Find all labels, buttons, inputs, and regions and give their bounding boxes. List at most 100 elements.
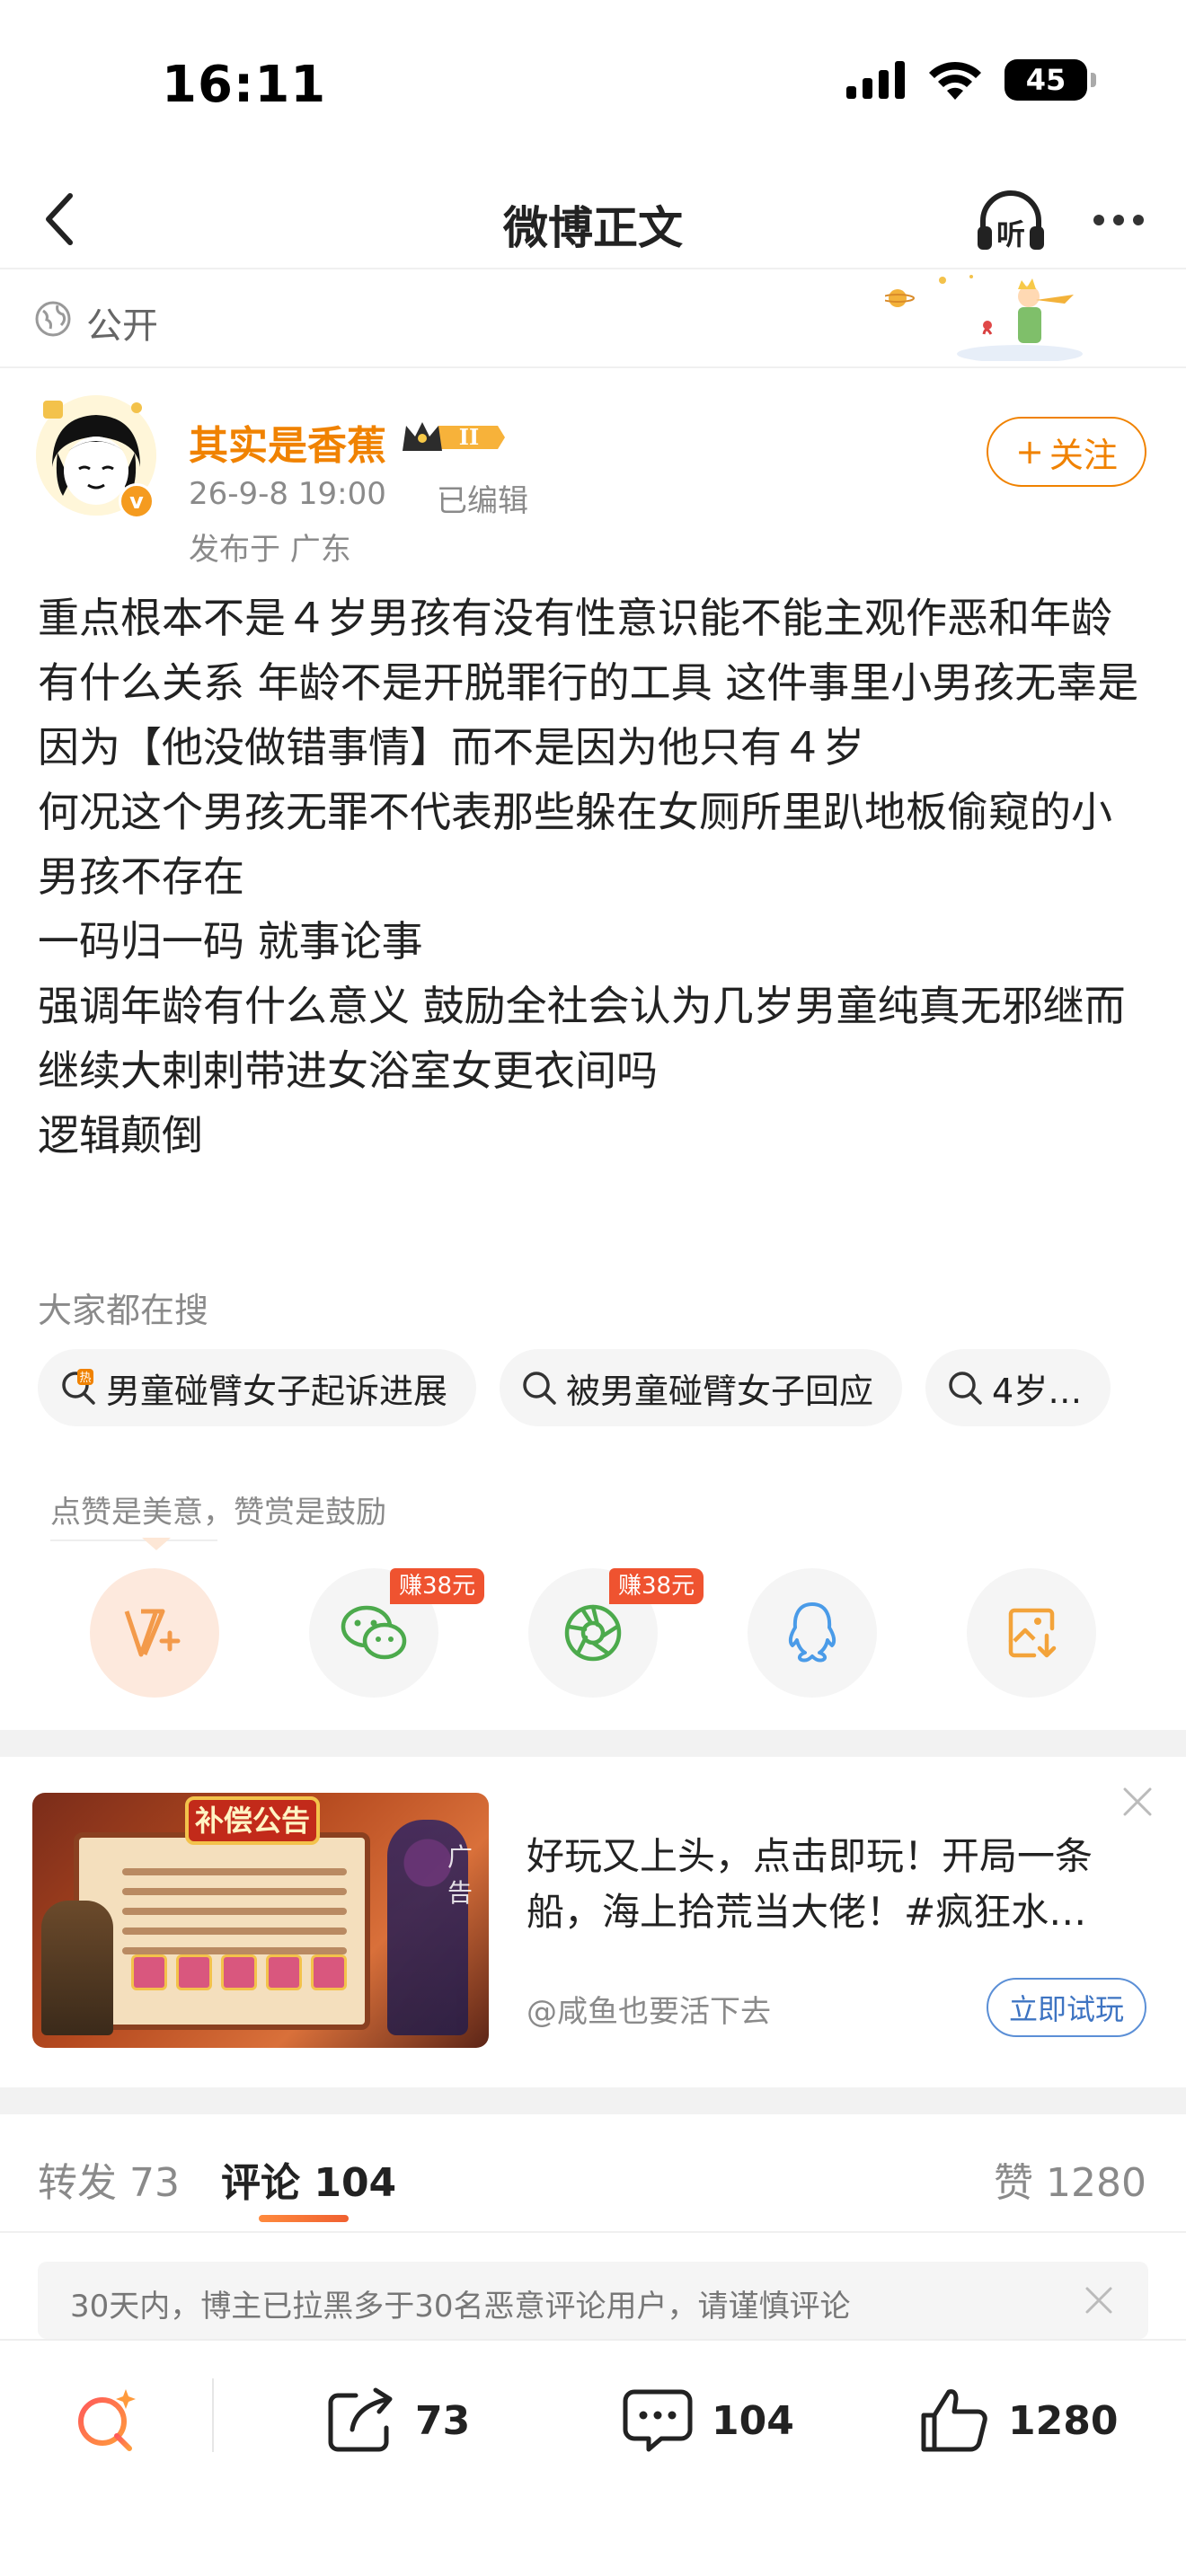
status-bar: 16:11 45 bbox=[0, 0, 1186, 171]
edited-label[interactable]: 已编辑 bbox=[437, 476, 528, 520]
follow-plus-icon: + bbox=[1015, 432, 1044, 472]
repost-count: 73 bbox=[415, 2397, 471, 2444]
reward-tip-arrow bbox=[142, 1538, 171, 1550]
hot-search-list: 热 男童碰臂女子起诉进展 被男童碰臂女子回应 4岁… bbox=[38, 1349, 1186, 1430]
comment-count: 104 bbox=[712, 2397, 794, 2444]
post-paragraph: 重点根本不是４岁男孩有没有性意识能不能主观作恶和年龄有什么关系 年龄不是开脱罪行… bbox=[38, 594, 1139, 772]
earn-badge: 赚38元 bbox=[609, 1568, 704, 1604]
tab-like[interactable]: 赞 1280 bbox=[994, 2150, 1146, 2208]
crown-icon[interactable]: II bbox=[399, 415, 505, 460]
hot-search-chip[interactable]: 热 男童碰臂女子起诉进展 bbox=[38, 1349, 477, 1426]
search-icon bbox=[523, 1372, 556, 1405]
follow-label: 关注 bbox=[1049, 435, 1118, 475]
chip-label: 4岁… bbox=[992, 1371, 1083, 1411]
listen-button[interactable]: 听 bbox=[970, 181, 1051, 262]
ad-gift-icons bbox=[131, 1954, 347, 1990]
close-icon[interactable] bbox=[1082, 2283, 1116, 2317]
status-icons: 45 bbox=[846, 59, 1096, 101]
post-paragraph: 何况这个男孩无罪不代表那些躲在女厕所里趴地板偷窥的小男孩不存在 bbox=[38, 788, 1112, 901]
crown-level: II bbox=[459, 424, 479, 450]
more-icon-dot bbox=[1113, 215, 1124, 225]
more-icon-dot bbox=[1093, 215, 1104, 225]
hot-search-chip[interactable]: 被男童碰臂女子回应 bbox=[500, 1349, 903, 1426]
section-divider bbox=[0, 2087, 1186, 2114]
status-time: 16:11 bbox=[162, 56, 327, 114]
repost-button[interactable]: 73 bbox=[325, 2380, 470, 2461]
post-body: 重点根本不是４岁男孩有没有性意识能不能主观作恶和年龄有什么关系 年龄不是开脱罪行… bbox=[38, 586, 1152, 1168]
svg-text:热: 热 bbox=[79, 1372, 91, 1385]
post-time: 26-9-8 19:00 bbox=[189, 476, 386, 512]
reward-tip: 点赞是美意，赞赏是鼓励 bbox=[50, 1495, 386, 1531]
close-icon[interactable] bbox=[1120, 1784, 1155, 1820]
reward-tip-divider bbox=[50, 1539, 217, 1541]
like-count: 1280 bbox=[1008, 2397, 1119, 2444]
visibility-row: 公开 bbox=[0, 269, 1186, 368]
tab-repost[interactable]: 转发 73 bbox=[38, 2150, 180, 2208]
reward-button[interactable] bbox=[90, 1568, 219, 1698]
hot-search-icon: 热 bbox=[62, 1369, 95, 1405]
ad-character bbox=[41, 1901, 113, 2035]
ad-card[interactable]: 补偿公告 广告 好玩又上头，点击即玩！开局一条船，海上拾荒当大佬！#疯狂水… @… bbox=[0, 1757, 1186, 2086]
ad-notice-text bbox=[122, 1868, 347, 1967]
tab-active-indicator bbox=[259, 2215, 349, 2222]
tab-repost-count: 73 bbox=[129, 2160, 180, 2206]
comment-button[interactable]: 104 bbox=[622, 2380, 794, 2461]
comment-notice: 30天内，博主已拉黑多于30名恶意评论用户，请谨慎评论 bbox=[38, 2262, 1148, 2339]
comment-icon bbox=[623, 2389, 693, 2452]
visibility-label: 公开 bbox=[86, 305, 158, 347]
tab-like-count: 1280 bbox=[1046, 2160, 1146, 2206]
notice-text: 30天内，博主已拉黑多于30名恶意评论用户，请谨慎评论 bbox=[70, 2289, 851, 2325]
ad-tag: 广告 bbox=[447, 1842, 474, 1908]
ad-source[interactable]: @咸鱼也要活下去 bbox=[527, 1987, 771, 2031]
tab-repost-label: 转发 bbox=[38, 2160, 117, 2206]
like-button[interactable]: 1280 bbox=[918, 2380, 1118, 2461]
chip-label: 被男童碰臂女子回应 bbox=[566, 1371, 874, 1411]
post-paragraph: 强调年龄有什么意义 鼓励全社会认为几岁男童纯真无邪继而继续大剌剌带进女浴室女更衣… bbox=[38, 982, 1126, 1095]
little-prince-decoration bbox=[885, 275, 1083, 361]
qq-icon bbox=[788, 1602, 836, 1663]
ai-search-icon[interactable] bbox=[72, 2384, 144, 2456]
post-paragraph: 一码归一码 就事论事 bbox=[38, 917, 423, 966]
search-icon bbox=[949, 1372, 982, 1405]
ad-image[interactable]: 补偿公告 广告 bbox=[32, 1793, 489, 2048]
nav-bar: 微博正文 听 bbox=[0, 171, 1186, 269]
interaction-tabs: 转发 73 评论 104 赞 1280 bbox=[0, 2114, 1186, 2233]
hot-search-chip[interactable]: 4岁… bbox=[925, 1349, 1111, 1426]
section-divider bbox=[0, 1730, 1186, 1757]
tab-comment[interactable]: 评论 104 bbox=[221, 2150, 396, 2208]
tab-comment-label: 评论 bbox=[221, 2160, 300, 2206]
save-image-button[interactable] bbox=[967, 1568, 1096, 1698]
more-icon-dot bbox=[1133, 215, 1144, 225]
save-image-icon bbox=[1008, 1608, 1057, 1658]
chip-label: 男童碰臂女子起诉进展 bbox=[106, 1371, 448, 1411]
wechat-icon bbox=[341, 1605, 407, 1660]
ad-try-button[interactable]: 立即试玩 bbox=[987, 1978, 1146, 2037]
wifi-icon bbox=[929, 61, 981, 100]
post-location: 发布于 广东 bbox=[189, 532, 351, 568]
earn-badge: 赚38元 bbox=[390, 1568, 485, 1604]
bottom-action-bar: 73 104 1280 bbox=[0, 2339, 1186, 2576]
verified-icon: v bbox=[119, 483, 155, 519]
battery-indicator: 45 bbox=[1005, 59, 1096, 101]
listen-label: 听 bbox=[996, 217, 1025, 251]
repost-icon bbox=[328, 2387, 393, 2452]
ad-banner: 补偿公告 bbox=[185, 1796, 320, 1845]
tab-comment-count: 104 bbox=[314, 2160, 397, 2206]
moments-icon bbox=[564, 1604, 622, 1662]
ad-title[interactable]: 好玩又上头，点击即玩！开局一条船，海上拾荒当大佬！#疯狂水… bbox=[527, 1829, 1146, 1940]
share-qq-button[interactable] bbox=[748, 1568, 877, 1698]
like-icon bbox=[921, 2389, 987, 2452]
tab-like-label: 赞 bbox=[994, 2160, 1034, 2206]
author-name[interactable]: 其实是香蕉 bbox=[189, 413, 386, 471]
post-paragraph: 逻辑颠倒 bbox=[38, 1111, 203, 1160]
globe-icon bbox=[35, 301, 71, 337]
bottom-bar-separator bbox=[212, 2378, 214, 2452]
more-button[interactable] bbox=[1078, 189, 1159, 251]
author-header: v 其实是香蕉 II 26-9-8 19:00 已编辑 发布于 广东 + 关注 bbox=[0, 386, 1186, 568]
follow-button[interactable]: + 关注 bbox=[987, 417, 1146, 487]
v-plus-icon bbox=[124, 1609, 181, 1657]
share-row: 赚38元 赚38元 bbox=[0, 1568, 1186, 1703]
hot-search-title: 大家都在搜 bbox=[38, 1291, 209, 1330]
cellular-signal-icon bbox=[846, 61, 905, 99]
listen-icon: 听 bbox=[978, 190, 1044, 251]
